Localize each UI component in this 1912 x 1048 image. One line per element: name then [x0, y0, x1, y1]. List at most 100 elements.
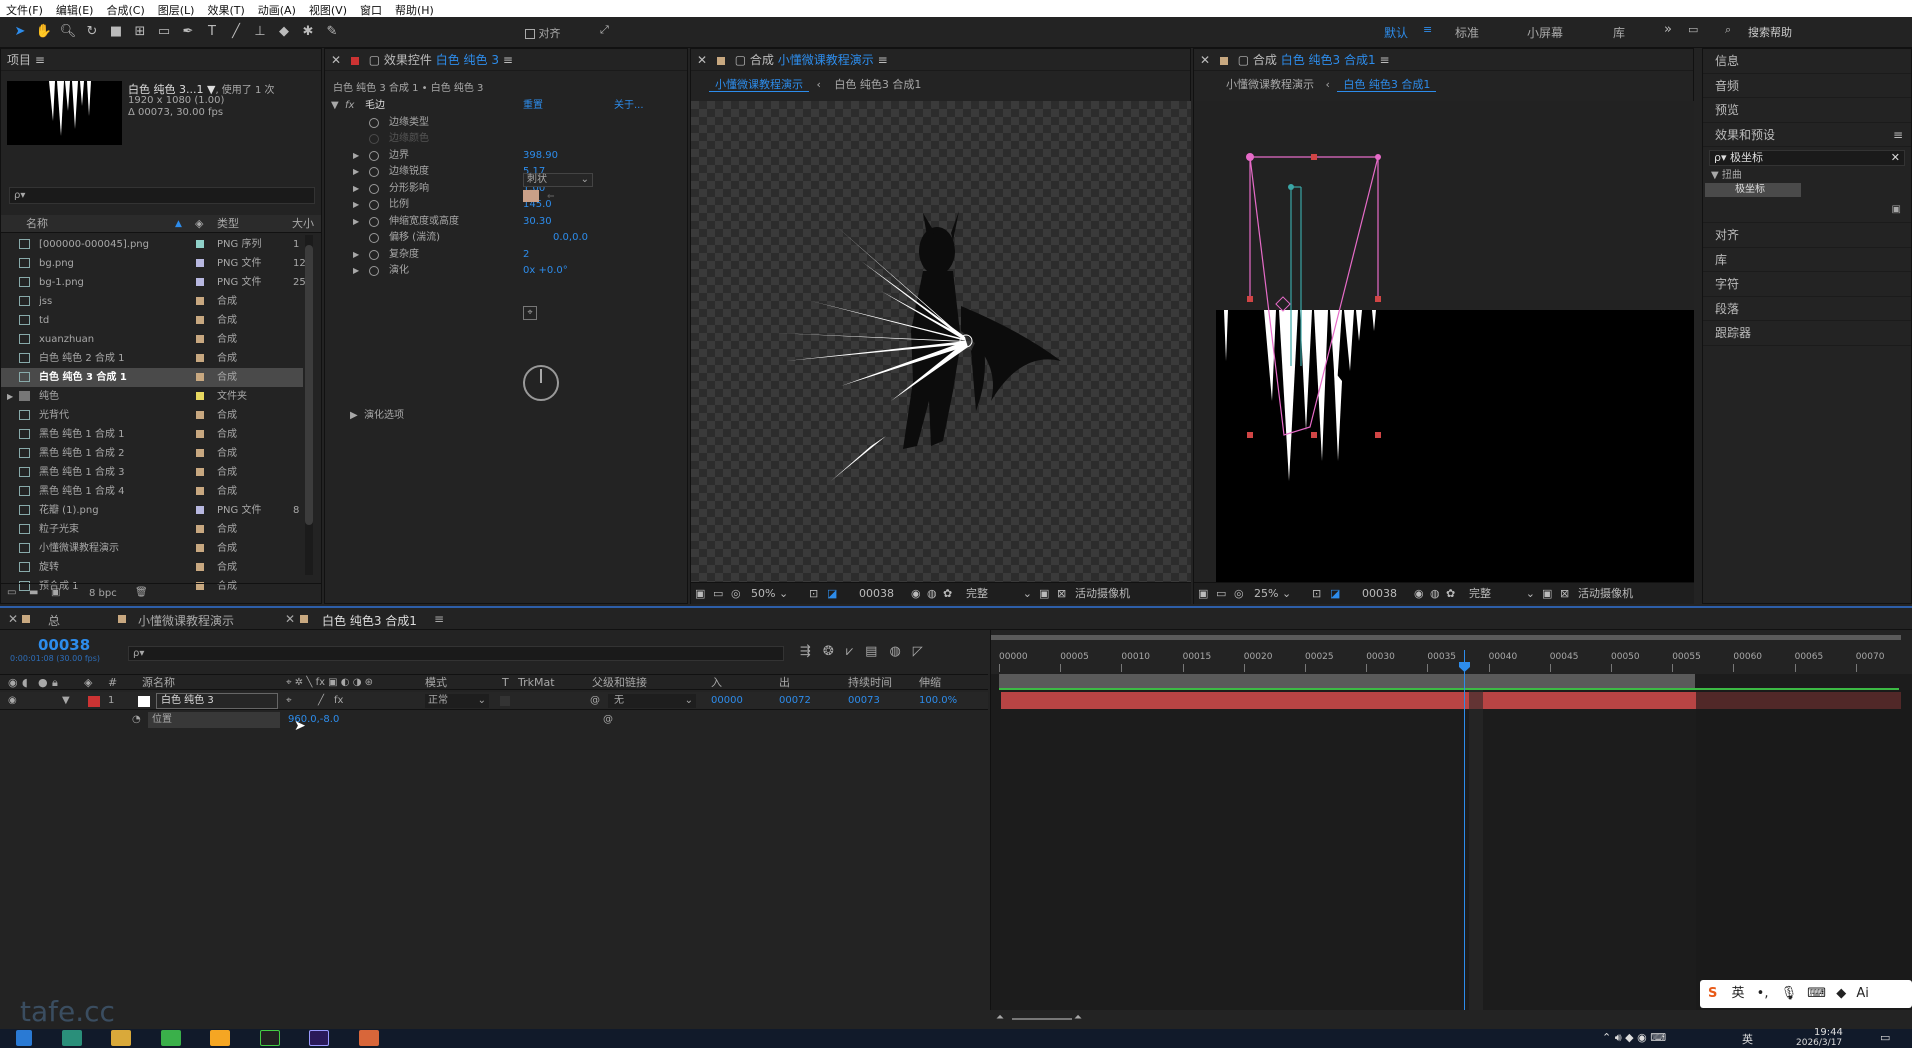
time-ruler[interactable]: 00000 00005 00010 00015 00020 00025 00030 00035…	[991, 650, 1912, 674]
project-item-label[interactable]	[196, 563, 204, 571]
project-item-label[interactable]	[196, 373, 204, 381]
timeline-search-input[interactable]: ρ▾	[128, 646, 784, 661]
project-scrollbar[interactable]	[305, 235, 313, 575]
clear-search-icon[interactable]: ✕	[1891, 151, 1900, 165]
stopwatch-icon[interactable]	[369, 150, 379, 161]
layer-in[interactable]: 00000	[711, 692, 743, 710]
effect-property-row[interactable]: 边缘类型	[325, 115, 687, 132]
layer-label-color[interactable]	[88, 696, 100, 707]
col-type[interactable]: 类型	[217, 215, 239, 233]
comp1-nav-tab-active[interactable]: 小懂微课教程演示	[709, 78, 809, 92]
type-tool-icon[interactable]: T	[203, 23, 221, 41]
stopwatch-icon[interactable]	[369, 233, 379, 243]
shy-switch-icon[interactable]: ⌖	[286, 692, 292, 710]
fast-preview-icon[interactable]: ⊠	[1560, 583, 1569, 605]
close-tab-icon[interactable]: ✕	[697, 53, 707, 67]
effect-property-value[interactable]: 0x +0.0°	[523, 263, 568, 280]
edge-color-eyedropper-icon[interactable]: ⇐	[547, 192, 555, 202]
layer-stretch[interactable]: 100.0%	[919, 692, 957, 710]
tray-lang[interactable]: 英	[1742, 1031, 1753, 1047]
clone-stamp-tool-icon[interactable]: ⊥	[251, 23, 269, 41]
playhead[interactable]	[1464, 650, 1465, 1010]
project-list-item[interactable]: 黑色 纯色 1 合成 2 合成	[1, 444, 303, 463]
project-list-item[interactable]: jss 合成	[1, 292, 303, 311]
right-panel-tab[interactable]: 预览	[1703, 98, 1911, 123]
effect-property-value[interactable]: 0.0,0.0	[553, 230, 588, 247]
right-panel-tab[interactable]: 对齐	[1703, 223, 1911, 248]
menu-item[interactable]: 合成(C)	[100, 0, 151, 18]
roto-brush-tool-icon[interactable]: ✱	[299, 23, 317, 41]
menu-item[interactable]: 图层(L)	[152, 0, 202, 18]
solo-switch-icon[interactable]: ●	[38, 675, 48, 690]
color-channels-icon[interactable]: ✿	[943, 583, 952, 605]
always-preview-icon[interactable]: ▣	[695, 583, 705, 605]
project-item-label[interactable]	[196, 487, 204, 495]
draft-3d-icon[interactable]: ❂	[823, 644, 834, 659]
property-expand-icon[interactable]: ▶	[353, 148, 359, 165]
effect-property-value[interactable]: 30.30	[523, 214, 552, 231]
project-item-label[interactable]	[196, 259, 204, 267]
quality-dropdown[interactable]: 完整 ⌄	[966, 583, 1032, 605]
menu-item[interactable]: 窗口	[354, 0, 389, 18]
microphone-icon[interactable]: 🎙︎	[1781, 986, 1798, 1001]
fast-preview-icon[interactable]: ⊠	[1057, 583, 1066, 605]
project-list-item[interactable]: [000000-000045].png PNG 序列 1	[1, 235, 303, 254]
timeline-tab-active[interactable]: 白色 纯色3 合成1	[322, 612, 417, 629]
effect-property-row[interactable]: ▶ 比例 145.0	[325, 197, 687, 214]
fx-switch-icon[interactable]: fx	[334, 692, 343, 710]
right-panel-tab[interactable]: 跟踪器	[1703, 321, 1911, 346]
stopwatch-icon[interactable]	[369, 216, 379, 227]
effect-property-row[interactable]: ▶ 边缘锐度 5.17	[325, 164, 687, 181]
hand-tool-icon[interactable]: ✋	[35, 23, 53, 41]
property-expand-icon[interactable]: ▶	[353, 164, 359, 181]
project-item-label[interactable]	[196, 335, 204, 343]
project-item-label[interactable]	[196, 430, 204, 438]
menu-item[interactable]: 效果(T)	[201, 0, 251, 18]
menu-item[interactable]: 文件(F)	[0, 0, 50, 18]
navigator-bar[interactable]	[991, 635, 1901, 640]
property-name[interactable]: 位置	[148, 712, 280, 728]
effect-property-row[interactable]: 偏移 (湍流) 0.0,0.0	[325, 230, 687, 247]
workspace-small-screen[interactable]: 小屏幕	[1527, 24, 1563, 41]
stopwatch-icon[interactable]: ◔	[132, 711, 141, 729]
project-item-label[interactable]	[196, 354, 204, 362]
project-list-item[interactable]: 粒子光束 合成	[1, 520, 303, 539]
layer-name[interactable]: 白色 纯色 3	[156, 693, 278, 709]
edge-color-swatch[interactable]	[523, 190, 539, 202]
project-item-label[interactable]	[196, 544, 204, 552]
project-list-item[interactable]: 光背代 合成	[1, 406, 303, 425]
property-expand-icon[interactable]: ▶	[353, 181, 359, 198]
stopwatch-icon[interactable]	[369, 266, 379, 276]
audio-switch-icon[interactable]: ◖	[22, 675, 28, 690]
panel-lock-icon[interactable]: ▢	[735, 53, 746, 67]
effects-search-input[interactable]: ρ▾ 极坐标 ✕	[1709, 150, 1905, 166]
ime-lang-toggle[interactable]: 英	[1732, 986, 1745, 1001]
layer-visibility-icon[interactable]: ◉	[8, 692, 17, 710]
layer-row[interactable]: ◉ ▼ 1 白色 纯色 3 ⌖ ╱ fx 正常 ⌄ @ 无 ⌄ 00000 0007…	[0, 692, 988, 710]
project-list-item[interactable]: bg.png PNG 文件 12	[1, 254, 306, 273]
expression-pickwhip-icon[interactable]: @	[603, 711, 613, 729]
blend-mode-dropdown[interactable]: 正常 ⌄	[425, 694, 489, 708]
pen-tool-icon[interactable]: ✒	[179, 23, 197, 41]
folder-expand-icon[interactable]: ▶	[7, 387, 13, 406]
always-preview-icon[interactable]: ▣	[1198, 583, 1208, 605]
file-explorer-icon[interactable]	[111, 1030, 131, 1046]
close-tab-icon[interactable]: ✕	[331, 53, 341, 67]
comp-mini-flowchart-icon[interactable]: ⇶	[800, 644, 811, 659]
selection-tool-icon[interactable]: ➤	[11, 23, 29, 41]
windows-start-icon[interactable]	[16, 1030, 32, 1046]
quality-dropdown[interactable]: 完整 ⌄	[1469, 583, 1535, 605]
col-size[interactable]: 大小	[292, 215, 314, 233]
menu-item[interactable]: 动画(A)	[252, 0, 303, 18]
project-list-item[interactable]: bg-1.png PNG 文件 25	[1, 273, 306, 292]
camera-tool-icon[interactable]: ■	[107, 23, 125, 41]
rotate-tool-icon[interactable]: ↻	[83, 23, 101, 41]
trash-icon[interactable]: 🗑︎	[135, 587, 148, 598]
project-list-item[interactable]: 黑色 纯色 1 合成 4 合成	[1, 482, 303, 501]
show-snapshot-icon[interactable]: ◍	[927, 583, 937, 605]
app-green-icon[interactable]	[160, 1030, 181, 1046]
region-interest-icon[interactable]: ◪	[1330, 583, 1340, 605]
project-list-item[interactable]: 旋转 合成	[1, 558, 303, 577]
effects-result-item[interactable]: 极坐标	[1705, 183, 1801, 197]
snap-checkbox[interactable]: 对齐	[525, 25, 561, 41]
